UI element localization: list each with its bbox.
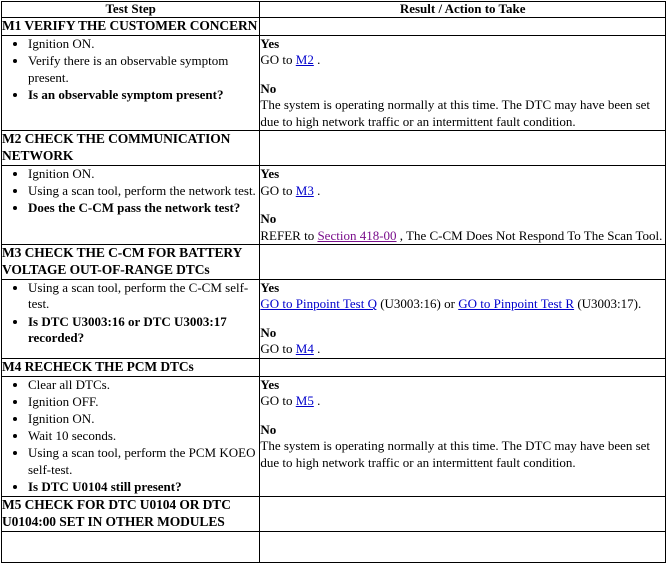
step-body-row-m2: Ignition ON. Using a scan tool, perform …	[0, 165, 666, 246]
result-yes-label: Yes	[260, 166, 280, 182]
goto-prefix: GO to	[260, 52, 296, 68]
goto-prefix: GO to	[260, 393, 296, 409]
result-spacer	[260, 199, 665, 211]
list-item: Using a scan tool, perform the network t…	[28, 183, 259, 200]
goto-prefix: GO to	[260, 341, 296, 357]
step-body-row-m1: Ignition ON. Verify there is an observab…	[0, 34, 666, 132]
pinpoint-q-dtc: (U3003:16) or	[376, 296, 459, 312]
step-title-row-m1: M1 VERIFY THE CUSTOMER CONCERN	[0, 16, 666, 36]
result-spacer	[260, 410, 665, 422]
list-item-question: Does the C-CM pass the network test?	[28, 200, 259, 217]
list-item-question: Is DTC U3003:16 or DTC U3003:17 recorded…	[28, 314, 259, 347]
result-yes-action: GO to M3 .	[260, 183, 665, 200]
refer-suffix: , The C-CM Does Not Respond To The Scan …	[396, 227, 663, 243]
step-title-m5: M5 CHECK FOR DTC U0104 OR DTC U0104:00 S…	[0, 496, 261, 532]
link-pinpoint-test-q[interactable]: GO to Pinpoint Test Q	[260, 296, 377, 311]
step-bullets-m3: Using a scan tool, perform the C-CM self…	[0, 278, 261, 359]
step-title-result-spacer-m5	[259, 496, 666, 532]
link-m2[interactable]: M2	[296, 52, 314, 67]
step-result-m5-clipped	[259, 530, 666, 563]
list-item: Verify there is an observable symptom pr…	[28, 53, 259, 86]
step-title-result-spacer-m4	[259, 357, 666, 377]
column-header-test-step: Test Step	[0, 1, 261, 18]
result-yes-action: GO to Pinpoint Test Q (U3003:16) or GO t…	[260, 296, 665, 313]
step-bullets-m5-clipped	[0, 530, 261, 563]
step-title-row-m4: M4 RECHECK THE PCM DTCs	[0, 357, 666, 377]
result-yes-label: Yes	[260, 279, 280, 295]
result-yes-label: Yes	[260, 35, 280, 51]
list-item: Ignition ON.	[28, 411, 259, 428]
result-no-action: REFER to Section 418-00 , The C-CM Does …	[260, 228, 665, 245]
goto-suffix: .	[313, 182, 321, 198]
result-no-action: The system is operating normally at this…	[260, 438, 651, 470]
list-item: Using a scan tool, perform the C-CM self…	[28, 280, 259, 313]
pinpoint-r-dtc: (U3003:17).	[574, 296, 642, 312]
pinpoint-test-table: Test Step Result / Action to Take M1 VER…	[0, 1, 666, 563]
list-item-question: Is DTC U0104 still present?	[28, 479, 259, 496]
step-title-m1: M1 VERIFY THE CUSTOMER CONCERN	[0, 16, 261, 36]
result-no-label: No	[260, 324, 277, 340]
goto-suffix: .	[313, 52, 321, 68]
step-title-row-m3: M3 CHECK THE C-CM FOR BATTERY VOLTAGE OU…	[0, 244, 666, 280]
table-header-row: Test Step Result / Action to Take	[0, 1, 666, 18]
refer-prefix: REFER to	[260, 227, 318, 243]
goto-prefix: GO to	[260, 182, 296, 198]
step-bullets-m1: Ignition ON. Verify there is an observab…	[0, 34, 261, 132]
step-title-m3: M3 CHECK THE C-CM FOR BATTERY VOLTAGE OU…	[0, 244, 261, 280]
column-header-result-action: Result / Action to Take	[259, 1, 666, 18]
goto-suffix: .	[313, 393, 321, 409]
list-item: Clear all DTCs.	[28, 377, 259, 394]
result-yes-label: Yes	[260, 376, 280, 392]
step-title-row-m5: M5 CHECK FOR DTC U0104 OR DTC U0104:00 S…	[0, 496, 666, 532]
step-title-result-spacer-m2	[259, 130, 666, 167]
bullet-list-m1: Ignition ON. Verify there is an observab…	[2, 36, 259, 104]
list-item: Ignition ON.	[28, 166, 259, 183]
result-yes-action: GO to M5 .	[260, 393, 665, 410]
list-item: Ignition OFF.	[28, 394, 259, 411]
result-no-action: The system is operating normally at this…	[260, 97, 651, 129]
link-section-418-00[interactable]: Section 418-00	[317, 228, 396, 243]
step-bullets-m2: Ignition ON. Using a scan tool, perform …	[0, 165, 261, 246]
step-result-m1: Yes GO to M2 . No The system is operatin…	[259, 34, 666, 132]
result-yes-action: GO to M2 .	[260, 52, 665, 69]
link-m4[interactable]: M4	[296, 341, 314, 356]
result-no-label: No	[260, 421, 277, 437]
step-result-m2: Yes GO to M3 . No REFER to Section 418-0…	[259, 165, 666, 246]
step-result-m4: Yes GO to M5 . No The system is operatin…	[259, 375, 666, 498]
list-item: Using a scan tool, perform the PCM KOEO …	[28, 445, 259, 478]
result-no-action: GO to M4 .	[260, 341, 665, 358]
bullet-list-m4: Clear all DTCs. Ignition OFF. Ignition O…	[2, 377, 259, 496]
step-title-result-spacer-m1	[259, 16, 666, 36]
step-result-m3: Yes GO to Pinpoint Test Q (U3003:16) or …	[259, 278, 666, 359]
list-item-question: Is an observable symptom present?	[28, 87, 259, 104]
step-title-row-m2: M2 CHECK THE COMMUNICATION NETWORK	[0, 130, 666, 167]
bullet-list-m2: Ignition ON. Using a scan tool, perform …	[2, 166, 259, 217]
result-spacer	[260, 69, 665, 81]
link-m3[interactable]: M3	[296, 183, 314, 198]
result-no-label: No	[260, 211, 277, 227]
result-no-label: No	[260, 80, 277, 96]
link-pinpoint-test-r[interactable]: GO to Pinpoint Test R	[458, 296, 574, 311]
step-title-result-spacer-m3	[259, 244, 666, 280]
link-m5[interactable]: M5	[296, 393, 314, 408]
step-body-row-m3: Using a scan tool, perform the C-CM self…	[0, 278, 666, 359]
goto-suffix: .	[313, 341, 321, 357]
list-item: Ignition ON.	[28, 36, 259, 53]
step-body-row-m4: Clear all DTCs. Ignition OFF. Ignition O…	[0, 375, 666, 498]
list-item: Wait 10 seconds.	[28, 428, 259, 445]
step-body-row-m5-clipped	[0, 530, 666, 563]
step-bullets-m4: Clear all DTCs. Ignition OFF. Ignition O…	[0, 375, 261, 498]
step-title-m4: M4 RECHECK THE PCM DTCs	[0, 357, 261, 377]
step-title-m2: M2 CHECK THE COMMUNICATION NETWORK	[0, 130, 261, 167]
bullet-list-m3: Using a scan tool, perform the C-CM self…	[2, 280, 259, 347]
result-spacer	[260, 313, 665, 325]
